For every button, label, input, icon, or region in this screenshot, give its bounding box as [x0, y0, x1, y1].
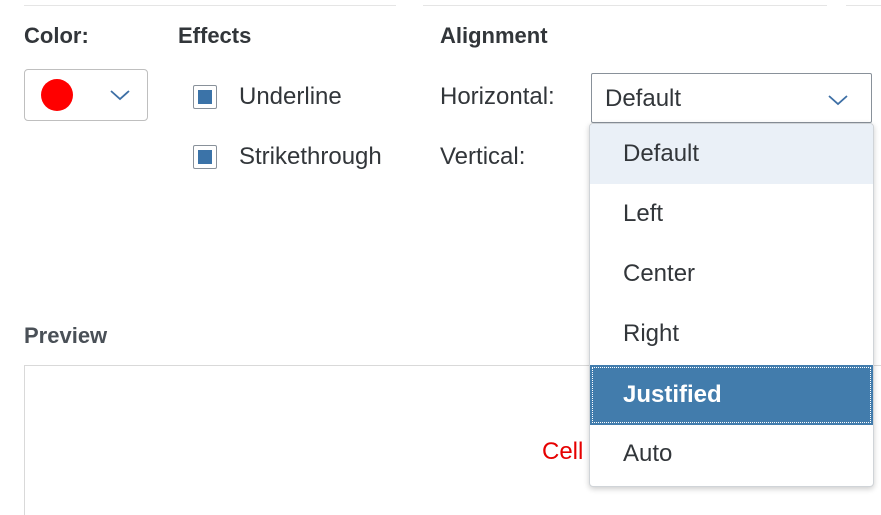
dropdown-option-auto[interactable]: Auto [590, 424, 873, 484]
color-picker-button[interactable] [24, 69, 148, 121]
effects-label: Effects [178, 23, 252, 48]
horizontal-label: Horizontal: [440, 83, 555, 110]
underline-checkbox-row[interactable]: Underline [193, 82, 342, 112]
dropdown-option-left[interactable]: Left [590, 184, 873, 244]
underline-label: Underline [239, 83, 342, 110]
divider [24, 5, 396, 6]
color-label: Color: [24, 23, 89, 48]
horizontal-alignment-select[interactable]: Default [591, 73, 872, 123]
dropdown-option-default[interactable]: Default [590, 124, 873, 184]
dropdown-option-justified[interactable]: Justified [590, 365, 873, 425]
chevron-down-icon [110, 90, 130, 101]
checked-mark-icon [198, 90, 212, 104]
vertical-label: Vertical: [440, 143, 526, 170]
preview-label: Preview [24, 323, 108, 348]
color-swatch [41, 79, 73, 111]
dropdown-option-right[interactable]: Right [590, 304, 873, 364]
preview-sample-text: Cell [542, 438, 584, 465]
strikethrough-checkbox[interactable] [193, 145, 217, 169]
checked-mark-icon [198, 150, 212, 164]
underline-checkbox[interactable] [193, 85, 217, 109]
chevron-down-icon[interactable] [824, 89, 852, 111]
dropdown-option-center[interactable]: Center [590, 244, 873, 304]
strikethrough-checkbox-row[interactable]: Strikethrough [193, 142, 382, 172]
divider [423, 5, 827, 6]
select-value: Default [605, 85, 682, 112]
horizontal-alignment-dropdown: Default Left Center Right Justified Auto [589, 123, 874, 487]
divider [846, 5, 881, 6]
alignment-label: Alignment [440, 23, 548, 48]
strikethrough-label: Strikethrough [239, 143, 382, 170]
